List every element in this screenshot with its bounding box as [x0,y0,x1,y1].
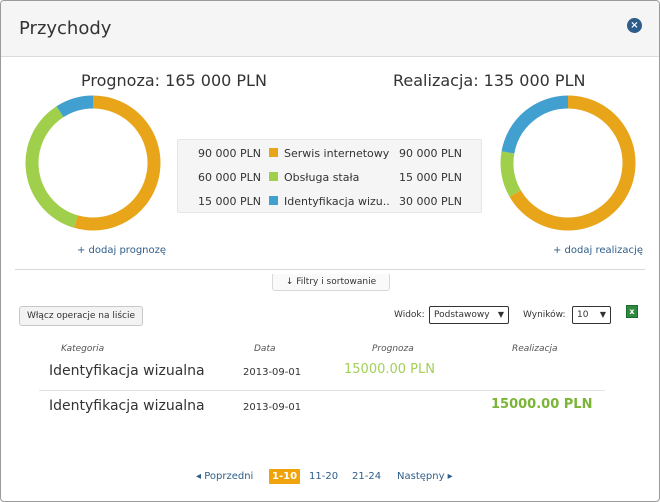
view-select-value: Podstawowy [434,310,490,320]
chevron-down-icon: ▼ [599,310,606,319]
revenue-dialog: Przychody × Prognoza: 165 000 PLN Realiz… [0,0,660,502]
add-realization-link[interactable]: + dodaj realizację [553,245,643,256]
legend-realization-value: 15 000 PLN [399,171,462,184]
add-forecast-link[interactable]: + dodaj prognozę [77,245,166,256]
legend-row: 60 000 PLN Obsługa stała 15 000 PLN [178,165,483,189]
row-category: Identyfikacja wizualna [49,363,205,379]
results-label: Wyników: [523,310,566,320]
column-header-forecast[interactable]: Prognoza [372,344,414,354]
legend-forecast-value: 90 000 PLN [198,147,261,160]
pagination-prev-link[interactable]: ◂ Poprzedni [196,471,253,482]
row-forecast-amount: 15000.00 PLN [344,362,435,377]
chart-legend: 90 000 PLN Serwis internetowy 90 000 PLN… [177,139,482,213]
forecast-donut-chart [25,95,161,231]
section-divider [15,269,645,270]
forecast-total: Prognoza: 165 000 PLN [81,71,267,90]
column-header-realization[interactable]: Realizacja [512,344,558,354]
close-icon[interactable]: × [627,18,642,33]
legend-swatch [269,148,278,157]
legend-swatch [269,196,278,205]
donut-slice-obsługa-stała [25,106,78,228]
legend-realization-value: 30 000 PLN [399,195,462,208]
enable-list-operations-button[interactable]: Włącz operacje na liście [19,306,143,326]
donut-slice-identyfikacja-wizualna [56,95,94,118]
legend-realization-value: 90 000 PLN [399,147,462,160]
view-label: Widok: [394,310,425,320]
donut-slice-obsługa-stała [500,151,521,197]
legend-category-name: Serwis internetowy [284,147,390,160]
pagination-page-11-20[interactable]: 11-20 [309,471,338,482]
dialog-title: Przychody [19,18,112,39]
legend-forecast-value: 15 000 PLN [198,195,261,208]
pagination-page-1-10[interactable]: 1-10 [269,469,301,484]
results-per-page-select[interactable]: 10 ▼ [572,306,611,324]
pagination-page-21-24[interactable]: 21-24 [352,471,381,482]
dialog-header: Przychody × [1,1,659,57]
excel-export-icon[interactable]: x [626,305,638,318]
realization-total: Realizacja: 135 000 PLN [393,71,586,90]
row-divider [39,390,605,391]
column-header-category[interactable]: Kategoria [61,344,104,354]
chevron-down-icon: ▼ [497,310,504,319]
column-header-date[interactable]: Data [254,344,276,354]
legend-category-name: Obsługa stała [284,171,360,184]
donut-slice-identyfikacja-wizualna [501,95,569,154]
row-date: 2013-09-01 [243,367,302,378]
realization-donut-chart [500,95,636,231]
row-date: 2013-09-01 [243,402,302,413]
donut-slice-serwis-internetowy [73,95,161,231]
legend-swatch [269,172,278,181]
legend-forecast-value: 60 000 PLN [198,171,261,184]
row-category: Identyfikacja wizualna [49,398,205,414]
legend-category-name: Identyfikacja wizu... [284,195,390,208]
legend-row: 15 000 PLN Identyfikacja wizu... 30 000 … [178,189,483,213]
filters-toggle-button[interactable]: ↓ Filtry i sortowanie [272,274,390,291]
pagination-next-link[interactable]: Następny ▸ [397,471,453,482]
legend-row: 90 000 PLN Serwis internetowy 90 000 PLN [178,141,483,165]
view-select[interactable]: Podstawowy ▼ [429,306,509,324]
results-select-value: 10 [577,310,589,320]
row-realization-amount: 15000.00 PLN [491,397,593,412]
